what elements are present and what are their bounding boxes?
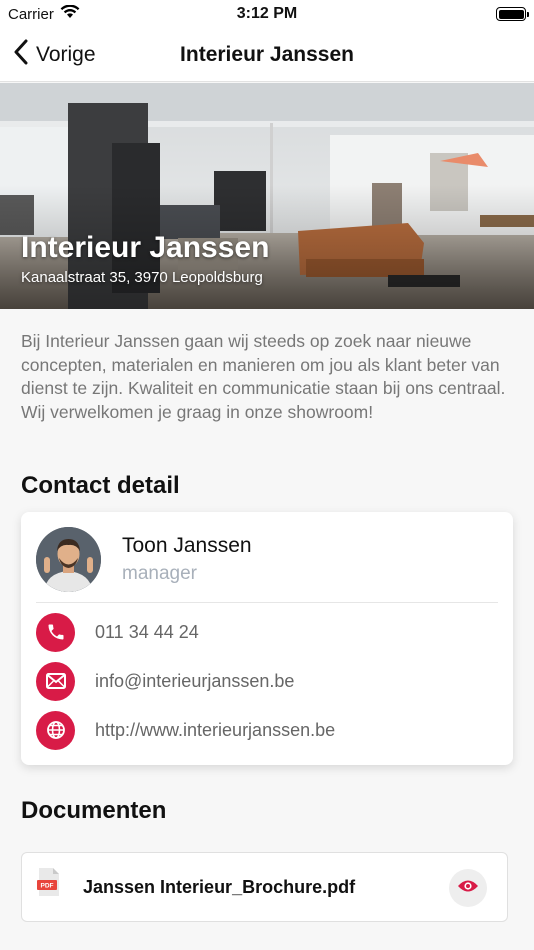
phone-row[interactable]: 011 34 44 24 [36,612,199,652]
website-url: http://www.interieurjanssen.be [95,719,336,740]
documents-section-title: Documenten [21,797,167,824]
globe-icon [36,710,75,750]
chevron-left-icon [14,39,28,71]
battery-icon [496,7,529,21]
pdf-file-icon: PDF [37,867,61,902]
pdf-badge-text: PDF [41,883,54,890]
hero-banner: Interieur Janssen Kanaalstraat 35, 3970 … [0,83,534,309]
document-name: Janssen Interieur_Brochure.pdf [83,877,356,897]
divider [36,602,498,603]
avatar [36,527,101,592]
back-button[interactable]: Vorige [14,28,96,82]
view-document-button[interactable] [449,869,487,907]
website-row[interactable]: http://www.interieurjanssen.be [36,710,335,750]
back-label: Vorige [36,43,96,66]
store-description: Bij Interieur Janssen gaan wij steeds op… [21,331,506,422]
navigation-bar: Vorige Interieur Janssen [0,28,534,82]
email-row[interactable]: info@interieurjanssen.be [36,661,294,701]
phone-number: 011 34 44 24 [95,621,199,642]
status-bar: Carrier 3:12 PM [0,0,534,28]
wifi-icon [60,4,80,23]
eye-icon [457,879,479,898]
email-address: info@interieurjanssen.be [95,670,295,691]
page-title: Interieur Janssen [180,42,354,66]
contact-role: manager [122,563,197,584]
clock: 3:12 PM [236,5,298,22]
store-address: Kanaalstraat 35, 3970 Leopoldsburg [21,269,263,286]
store-name: Interieur Janssen [21,231,270,264]
document-item[interactable]: PDF Janssen Interieur_Brochure.pdf [21,852,508,922]
contact-name: Toon Janssen [122,534,252,557]
carrier-label: Carrier [8,5,54,23]
contact-card: Toon Janssen manager 011 34 44 24 info@i… [21,512,513,765]
phone-icon [36,612,75,652]
mail-icon [36,661,75,701]
contact-section-title: Contact detail [21,472,180,499]
